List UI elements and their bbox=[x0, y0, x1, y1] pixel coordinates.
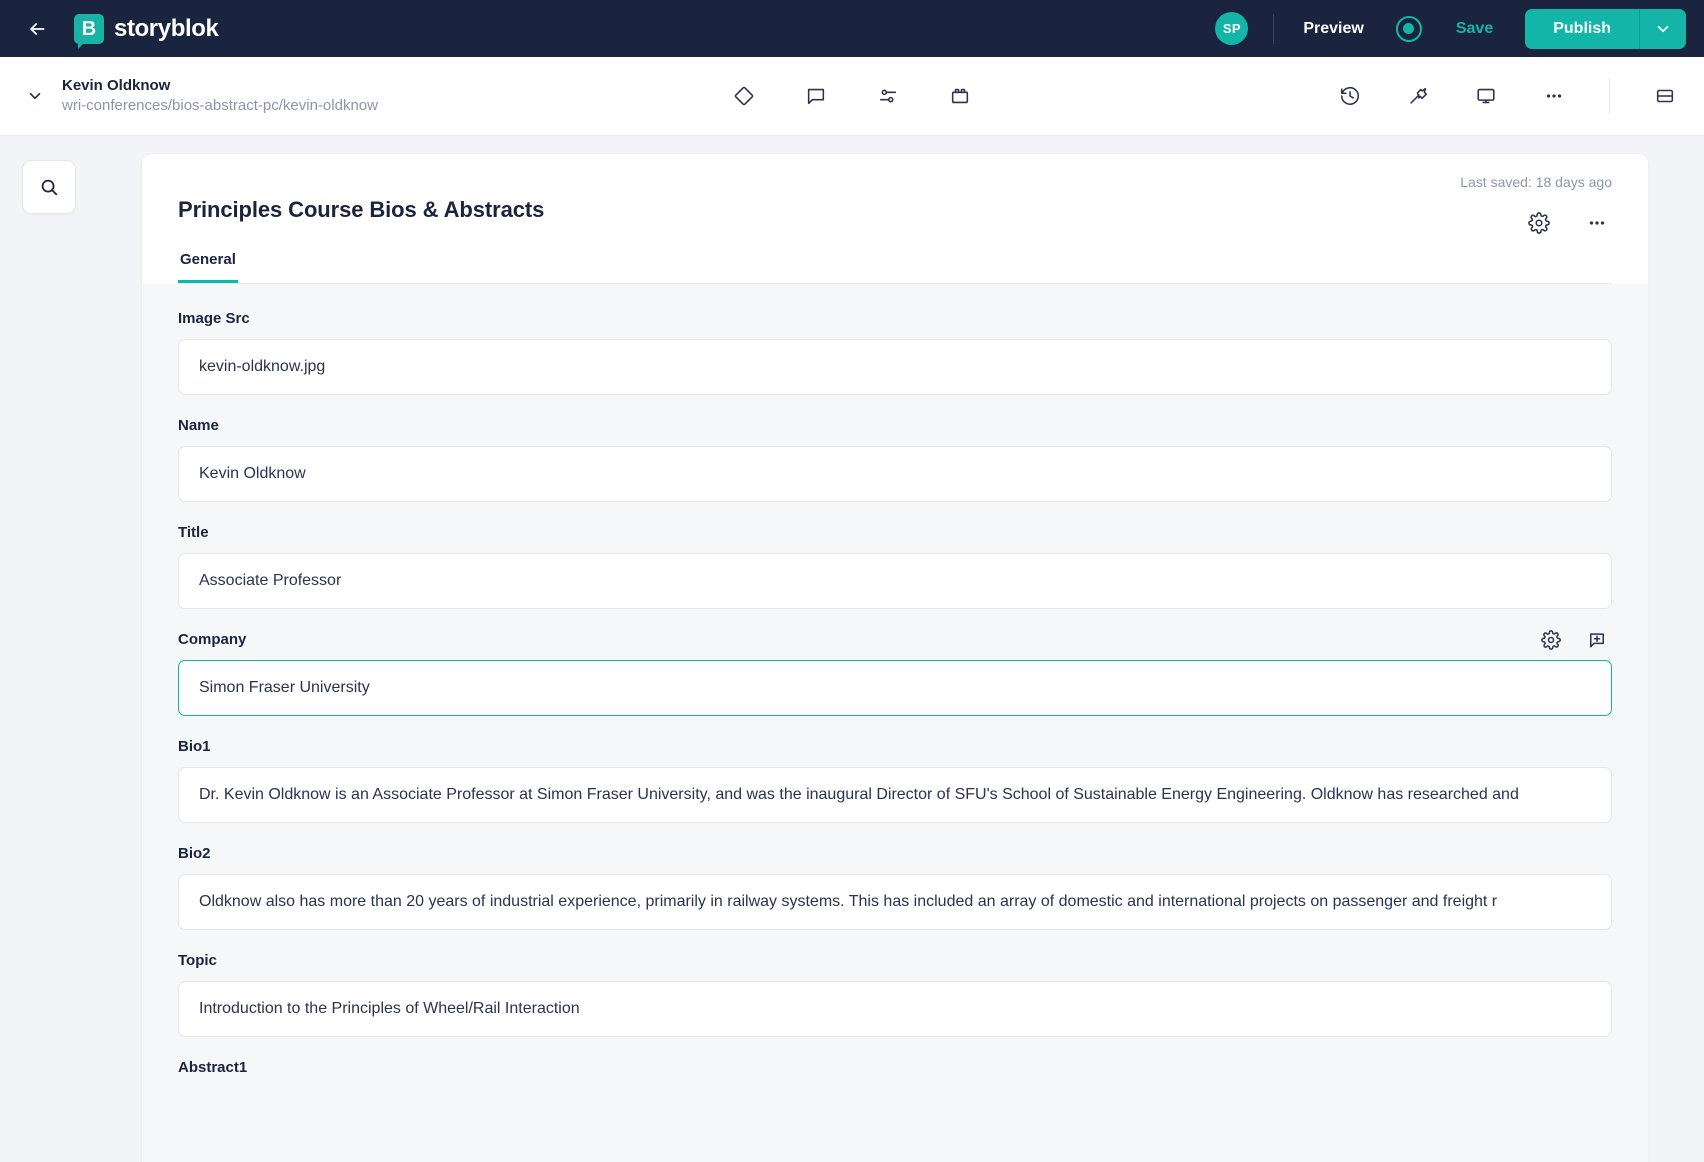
left-rail bbox=[22, 160, 76, 214]
breadcrumb: Kevin Oldknow wri-conferences/bios-abstr… bbox=[22, 76, 378, 117]
company-field-settings-button[interactable] bbox=[1538, 627, 1564, 653]
save-button[interactable]: Save bbox=[1452, 14, 1497, 44]
status-dot bbox=[1403, 23, 1415, 34]
back-button[interactable] bbox=[22, 14, 52, 44]
field-image-src: Image Src bbox=[178, 310, 1612, 395]
field-label: Abstract1 bbox=[178, 1059, 248, 1076]
toolbar-more-options-button[interactable] bbox=[1537, 79, 1571, 113]
field-title: Title bbox=[178, 524, 1612, 609]
more-options-icon bbox=[1589, 221, 1605, 225]
blocks-button[interactable] bbox=[943, 79, 977, 113]
more-options-icon bbox=[1546, 94, 1562, 98]
breadcrumb-expand-button[interactable] bbox=[22, 83, 48, 109]
publish-status-indicator[interactable] bbox=[1395, 15, 1422, 42]
toolbar-center-actions bbox=[727, 79, 977, 113]
breadcrumb-texts: Kevin Oldknow wri-conferences/bios-abstr… bbox=[62, 76, 378, 117]
comment-icon bbox=[807, 88, 825, 105]
app-top-bar: B storyblok SP Preview Save Publish bbox=[0, 0, 1704, 57]
field-bio1: Bio1 bbox=[178, 738, 1612, 823]
publish-button[interactable]: Publish bbox=[1525, 8, 1640, 49]
field-label: Company bbox=[178, 631, 247, 648]
field-label: Image Src bbox=[178, 310, 250, 327]
content-type-button[interactable] bbox=[727, 79, 761, 113]
developer-tools-button[interactable] bbox=[1401, 79, 1435, 113]
field-name: Name bbox=[178, 417, 1612, 502]
history-icon bbox=[1340, 86, 1360, 105]
field-label: Topic bbox=[178, 952, 217, 969]
field-abstract1: Abstract1 bbox=[178, 1059, 1612, 1076]
comments-button[interactable] bbox=[799, 79, 833, 113]
field-label: Title bbox=[178, 524, 209, 541]
avatar[interactable]: SP bbox=[1215, 12, 1249, 45]
topic-input[interactable] bbox=[178, 981, 1612, 1037]
add-comment-icon bbox=[1590, 633, 1604, 648]
card-more-options-button[interactable] bbox=[1580, 206, 1614, 240]
field-company: Company bbox=[178, 630, 1612, 716]
monitor-icon bbox=[1477, 88, 1495, 104]
gear-icon bbox=[1528, 212, 1550, 234]
content-editor-card: Last saved: 18 days ago Principles Cours… bbox=[142, 154, 1648, 1162]
story-name: Kevin Oldknow bbox=[62, 76, 171, 94]
field-topic: Topic bbox=[178, 952, 1612, 1037]
company-field-actions bbox=[1538, 627, 1610, 653]
preview-button[interactable]: Preview bbox=[1299, 14, 1367, 44]
tab-general[interactable]: General bbox=[178, 245, 238, 283]
split-layout-button[interactable] bbox=[1648, 79, 1682, 113]
title-input[interactable] bbox=[178, 553, 1612, 609]
tab-bar: General bbox=[178, 245, 1612, 284]
form-fields: Image Src Name Title Company bbox=[142, 284, 1648, 1162]
storyblok-logo-mark: B bbox=[74, 13, 104, 49]
company-input[interactable] bbox=[178, 660, 1612, 716]
brand-name: storyblok bbox=[114, 14, 219, 42]
diamond-icon bbox=[734, 86, 754, 106]
name-input[interactable] bbox=[178, 446, 1612, 502]
card-header: Last saved: 18 days ago Principles Cours… bbox=[142, 154, 1648, 284]
publish-dropdown-button[interactable] bbox=[1640, 9, 1686, 49]
field-label: Name bbox=[178, 417, 219, 434]
split-layout-icon bbox=[1656, 89, 1674, 103]
divider bbox=[1609, 79, 1610, 113]
top-bar-actions: SP Preview Save Publish bbox=[1215, 8, 1686, 49]
sliders-icon bbox=[879, 89, 897, 103]
workspace: Last saved: 18 days ago Principles Cours… bbox=[0, 136, 1704, 1162]
publish-button-group: Publish bbox=[1525, 8, 1686, 49]
logo-letter: B bbox=[81, 17, 97, 40]
company-add-comment-button[interactable] bbox=[1584, 627, 1610, 653]
block-icon bbox=[951, 88, 969, 104]
toolbar-right-actions bbox=[1333, 79, 1682, 113]
bio1-input[interactable] bbox=[178, 767, 1612, 823]
chevron-down-icon bbox=[1657, 25, 1669, 32]
history-button[interactable] bbox=[1333, 79, 1367, 113]
bio2-input[interactable] bbox=[178, 874, 1612, 930]
card-header-actions bbox=[1522, 206, 1614, 240]
page-title: Principles Course Bios & Abstracts bbox=[178, 197, 545, 222]
search-button[interactable] bbox=[22, 160, 76, 214]
story-path: wri-conferences/bios-abstract-pc/kevin-o… bbox=[62, 97, 378, 114]
viewport-button[interactable] bbox=[1469, 79, 1503, 113]
storyblok-logo[interactable]: B storyblok bbox=[74, 13, 219, 49]
gear-icon bbox=[1541, 630, 1561, 650]
chevron-down-icon bbox=[29, 92, 41, 100]
hammer-icon bbox=[1410, 87, 1428, 104]
search-icon bbox=[41, 179, 58, 196]
last-saved-label: Last saved: 18 days ago bbox=[1460, 174, 1612, 190]
field-bio2: Bio2 bbox=[178, 845, 1612, 930]
field-settings-button[interactable] bbox=[871, 79, 905, 113]
card-settings-button[interactable] bbox=[1522, 206, 1556, 240]
story-toolbar: Kevin Oldknow wri-conferences/bios-abstr… bbox=[0, 57, 1704, 136]
divider bbox=[1273, 13, 1275, 44]
field-label: Bio2 bbox=[178, 845, 211, 862]
image-src-input[interactable] bbox=[178, 339, 1612, 395]
field-label: Bio1 bbox=[178, 738, 211, 755]
arrow-left-icon bbox=[30, 22, 45, 35]
